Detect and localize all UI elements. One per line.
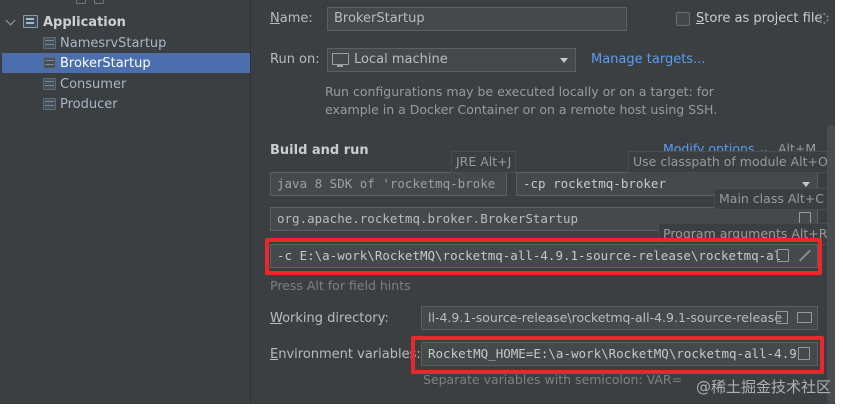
classpath-hint-chip: Use classpath of module Alt+O [628, 151, 833, 173]
application-icon [23, 15, 38, 28]
environment-variables-label: Environment variables: [270, 347, 421, 362]
working-directory-label: Working directory: [270, 311, 389, 326]
run-config-icon [43, 37, 56, 49]
run-config-icon [43, 98, 56, 110]
manage-targets-link[interactable]: Manage targets... [591, 52, 705, 67]
name-input[interactable]: BrokerStartup [327, 7, 627, 31]
store-as-project-file-checkbox[interactable] [676, 12, 690, 26]
name-label: Name: [270, 11, 313, 26]
watermark-text: @稀土掘金技术社区 [695, 378, 831, 396]
store-as-project-file-label: Store as project file [696, 11, 823, 26]
run-on-select[interactable]: Local machine [327, 48, 576, 72]
tree-group-label: Application [43, 14, 126, 30]
run-on-hint-line1: Run configurations may be executed local… [325, 84, 714, 99]
chevron-down-icon[interactable] [802, 182, 810, 187]
monitor-icon [332, 53, 349, 67]
toolbar-icon[interactable] [76, 0, 86, 4]
jre-hint-chip: JRE Alt+J [451, 151, 517, 173]
run-on-value: Local machine [354, 52, 448, 67]
tree-group-application[interactable]: Application [0, 12, 250, 32]
tree-item-namesrvstartup[interactable]: NamesrvStartup [0, 33, 250, 53]
run-on-hint-line2: example in a Docker Container or on a re… [325, 102, 718, 117]
field-hints-text: Press Alt for field hints [270, 278, 411, 293]
folder-icon[interactable] [797, 312, 812, 323]
tree-item-consumer[interactable]: Consumer [0, 74, 250, 94]
tree-item-label: NamesrvStartup [60, 35, 167, 51]
tree-item-brokerstartup[interactable]: BrokerStartup [2, 53, 250, 73]
build-and-run-heading: Build and run [270, 143, 369, 158]
form-scrollbar[interactable] [827, 125, 835, 404]
tree-item-producer[interactable]: Producer [0, 94, 250, 114]
run-on-label: Run on: [270, 52, 320, 67]
toolbar-icon[interactable] [94, 0, 104, 4]
chevron-down-icon[interactable] [560, 58, 568, 63]
configuration-tree: Application NamesrvStartup BrokerStartup… [0, 0, 251, 404]
environment-variables-hint: Separate variables with semicolon: VAR= [423, 372, 683, 387]
jre-select[interactable]: java 8 SDK of 'rocketmq-broke [270, 172, 507, 196]
run-config-icon [43, 57, 56, 69]
tree-item-label: Consumer [60, 76, 127, 92]
working-directory-input[interactable]: ll-4.9.1-source-release\rocketmq-all-4.9… [421, 306, 818, 330]
main-class-hint-chip: Main class Alt+C [714, 188, 829, 210]
gear-icon[interactable] [818, 13, 829, 24]
macro-icon[interactable] [776, 311, 788, 324]
tree-item-label: Producer [60, 96, 118, 112]
tree-item-label: BrokerStartup [60, 55, 151, 71]
configuration-form: Name: BrokerStartup Store as project fil… [252, 0, 835, 404]
highlight-box-environment-variables [411, 336, 824, 374]
highlight-box-program-arguments [265, 238, 822, 275]
run-config-icon [43, 78, 56, 90]
chevron-down-icon[interactable] [5, 15, 16, 26]
run-configuration-dialog: Application NamesrvStartup BrokerStartup… [0, 0, 835, 404]
